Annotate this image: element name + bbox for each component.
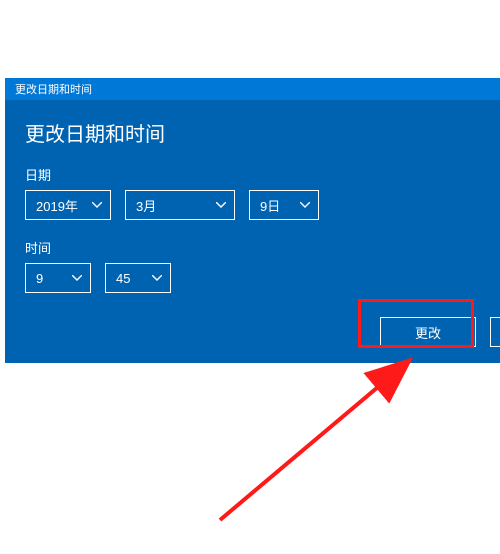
chevron-down-icon	[92, 202, 102, 208]
date-label: 日期	[25, 165, 480, 184]
chevron-down-icon	[72, 275, 82, 281]
dialog-title: 更改日期和时间	[15, 84, 92, 96]
datetime-dialog: 更改日期和时间 更改日期和时间 日期 2019年 3月 9日	[5, 78, 500, 363]
chevron-down-icon	[152, 275, 162, 281]
cancel-button[interactable]	[490, 317, 500, 347]
minute-value: 45	[116, 271, 130, 286]
hour-select[interactable]: 9	[25, 263, 91, 293]
year-value: 2019年	[36, 196, 78, 215]
dialog-title-bar: 更改日期和时间	[5, 78, 500, 100]
change-button-label: 更改	[415, 323, 441, 342]
page-title: 更改日期和时间	[25, 118, 480, 147]
day-select[interactable]: 9日	[249, 190, 319, 220]
month-value: 3月	[136, 196, 156, 215]
dialog-content: 更改日期和时间 日期 2019年 3月 9日 时间	[5, 100, 500, 323]
time-row: 9 45	[25, 263, 480, 293]
chevron-down-icon	[300, 202, 310, 208]
year-select[interactable]: 2019年	[25, 190, 111, 220]
month-select[interactable]: 3月	[125, 190, 235, 220]
minute-select[interactable]: 45	[105, 263, 171, 293]
dialog-button-row: 更改	[380, 317, 500, 347]
hour-value: 9	[36, 271, 43, 286]
change-button[interactable]: 更改	[380, 317, 476, 347]
date-row: 2019年 3月 9日	[25, 190, 480, 220]
chevron-down-icon	[216, 202, 226, 208]
time-label: 时间	[25, 238, 480, 257]
day-value: 9日	[260, 196, 280, 215]
annotation-arrow	[120, 340, 440, 540]
